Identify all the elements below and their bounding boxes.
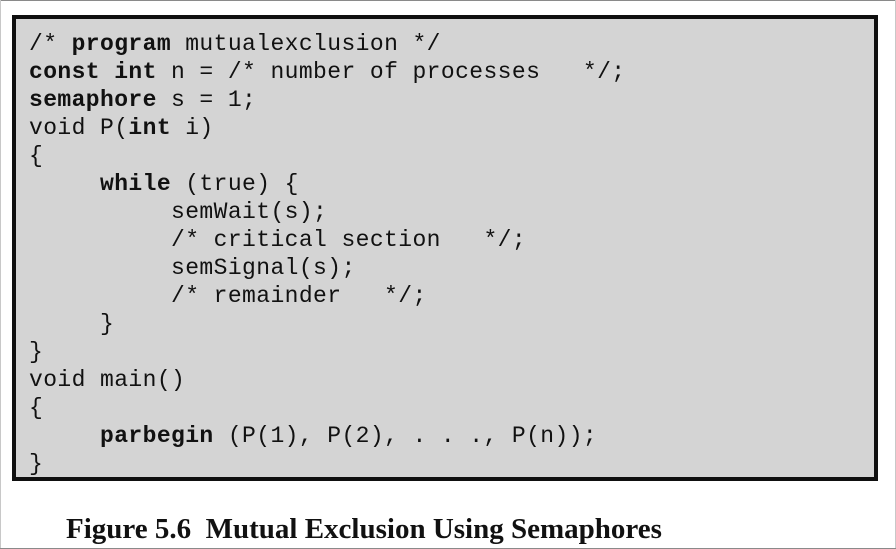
code-text: semSignal(s);	[29, 255, 356, 281]
code-line: semWait(s);	[29, 198, 874, 226]
code-line: }	[29, 450, 874, 478]
code-text: mutualexclusion */	[171, 31, 441, 57]
code-line: }	[29, 310, 874, 338]
code-text: n = /* number of processes */;	[156, 59, 626, 85]
code-keyword: parbegin	[100, 423, 214, 449]
left-border-line	[0, 0, 1, 549]
code-line: /* program mutualexclusion */	[29, 30, 874, 58]
code-keyword: while	[100, 171, 172, 197]
code-text: /* remainder */;	[29, 283, 427, 309]
code-line: const int n = /* number of processes */;	[29, 58, 874, 86]
code-keyword: int	[128, 115, 172, 141]
figure-caption: Figure 5.6 Mutual Exclusion Using Semaph…	[66, 513, 662, 545]
code-keyword: int	[114, 59, 157, 85]
code-line: {	[29, 394, 874, 422]
code-line: void main()	[29, 366, 874, 394]
code-text: (P(1), P(2), . . ., P(n));	[213, 423, 598, 449]
code-text: }	[29, 339, 44, 365]
code-line: semSignal(s);	[29, 254, 874, 282]
code-text: semWait(s);	[29, 199, 328, 225]
code-keyword: semaphore	[29, 87, 157, 113]
code-line: /* remainder */;	[29, 282, 874, 310]
code-line: /* critical section */;	[29, 226, 874, 254]
code-text: /* critical section */;	[29, 227, 527, 253]
code-keyword: const	[29, 59, 101, 85]
code-line: while (true) {	[29, 170, 874, 198]
code-line: {	[29, 142, 874, 170]
code-text: {	[29, 143, 44, 169]
code-text: }	[29, 311, 115, 337]
code-listing-box: /* program mutualexclusion */const int n…	[12, 15, 878, 481]
code-keyword: program	[71, 31, 172, 57]
code-text: i)	[171, 115, 214, 141]
code-line: semaphore s = 1;	[29, 86, 874, 114]
code-line: parbegin (P(1), P(2), . . ., P(n));	[29, 422, 874, 450]
code-line: }	[29, 338, 874, 366]
top-border-line	[0, 0, 896, 1]
code-text: void main()	[29, 367, 186, 393]
code-text: /*	[29, 31, 72, 57]
code-text: (true) {	[171, 171, 299, 197]
code-text: void P(	[29, 115, 129, 141]
code-text: {	[29, 395, 44, 421]
code-text: }	[29, 451, 44, 477]
code-text: s = 1;	[156, 87, 257, 113]
code-line: void P(int i)	[29, 114, 874, 142]
slide-page: /* program mutualexclusion */const int n…	[0, 0, 896, 549]
